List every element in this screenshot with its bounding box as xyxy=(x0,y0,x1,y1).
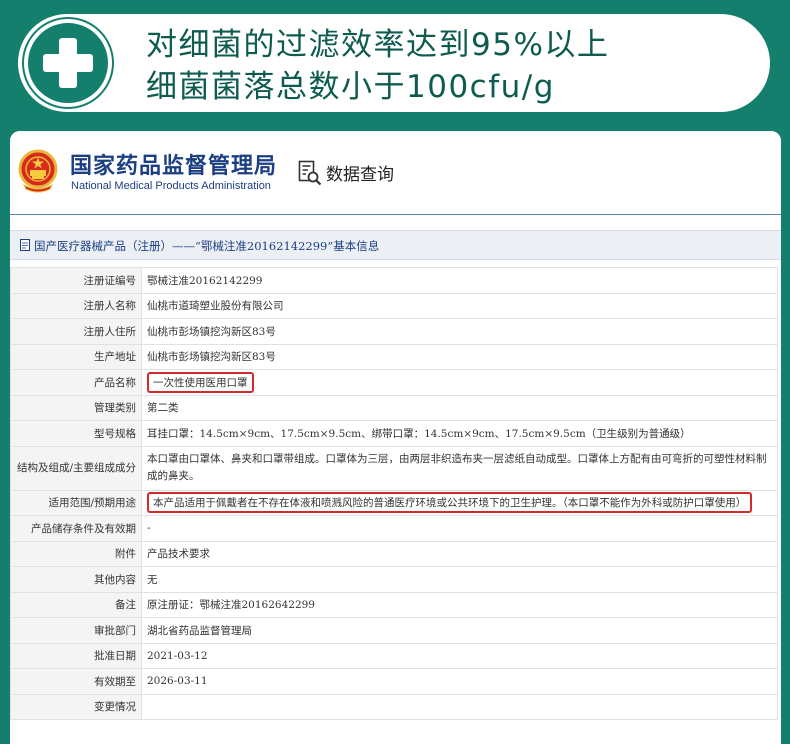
table-row: 适用范围/预期用途 本产品适用于佩戴者在不存在体液和喷溅风险的普通医疗环境或公共… xyxy=(10,489,778,516)
field-value: 本口罩由口罩体、鼻夹和口罩带组成。口罩体为三层，由两层非织造布夹一层滤纸自动成型… xyxy=(141,445,778,491)
table-row: 型号规格 耳挂口罩：14.5cm×9cm、17.5cm×9.5cm、绑带口罩：1… xyxy=(10,420,778,447)
field-label: 有效期至 xyxy=(10,668,142,695)
field-value: 一次性使用医用口罩 xyxy=(141,369,778,396)
field-label: 注册人住所 xyxy=(10,318,142,345)
headline-line-1: 对细菌的过滤效率达到95%以上 xyxy=(146,27,610,63)
field-value: 第二类 xyxy=(141,394,778,421)
table-row: 注册证编号 鄂械注准20162142299 xyxy=(10,267,778,294)
field-value: 2021-03-12 xyxy=(141,642,778,669)
field-value: - xyxy=(141,515,778,542)
field-value: 原注册证：鄂械注准20162642299 xyxy=(141,591,778,618)
record-title-bar: 国产医疗器械产品（注册）——“鄂械注准20162142299”基本信息 xyxy=(10,230,781,260)
registration-info-table: 注册证编号 鄂械注准20162142299 注册人名称 仙桃市道琦塑业股份有限公… xyxy=(10,267,778,720)
field-label: 生产地址 xyxy=(10,343,142,370)
org-name-en: National Medical Products Administration xyxy=(71,180,271,192)
table-row: 注册人住所 仙桃市彭场镇挖沟新区83号 xyxy=(10,318,778,345)
field-label: 其他内容 xyxy=(10,566,142,593)
field-label: 附件 xyxy=(10,540,142,567)
highlighted-intended-use: 本产品适用于佩戴者在不存在体液和喷溅风险的普通医疗环境或公共环境下的卫生护理。（… xyxy=(147,492,753,514)
table-row: 产品储存条件及有效期 - xyxy=(10,515,778,542)
field-label: 适用范围/预期用途 xyxy=(10,489,142,516)
field-label: 管理类别 xyxy=(10,394,142,421)
table-row: 其他内容 无 xyxy=(10,566,778,593)
field-label: 产品名称 xyxy=(10,369,142,396)
record-page: 国家药品监督管理局 National Medical Products Admi… xyxy=(10,131,781,744)
field-label: 注册人名称 xyxy=(10,292,142,319)
field-value: 无 xyxy=(141,566,778,593)
field-value: 产品技术要求 xyxy=(141,540,778,567)
field-label: 审批部门 xyxy=(10,617,142,644)
field-label: 型号规格 xyxy=(10,420,142,447)
table-row: 结构及组成/主要组成成分 本口罩由口罩体、鼻夹和口罩带组成。口罩体为三层，由两层… xyxy=(10,445,778,491)
table-row: 产品名称 一次性使用医用口罩 xyxy=(10,369,778,396)
headline-line-2: 细菌菌落总数小于100cfu/g xyxy=(146,69,555,105)
org-name-cn: 国家药品监督管理局 xyxy=(70,154,278,179)
data-query-icon[interactable] xyxy=(298,160,322,186)
table-row: 生产地址 仙桃市彭场镇挖沟新区83号 xyxy=(10,343,778,370)
field-label: 批准日期 xyxy=(10,642,142,669)
headline-banner: 对细菌的过滤效率达到95%以上 细菌菌落总数小于100cfu/g xyxy=(18,14,770,112)
record-title: 国产医疗器械产品（注册）——“鄂械注准20162142299”基本信息 xyxy=(34,239,380,253)
table-row: 备注 原注册证：鄂械注准20162642299 xyxy=(10,591,778,618)
data-query-link[interactable]: 数据查询 xyxy=(326,160,394,185)
table-row: 有效期至 2026-03-11 xyxy=(10,668,778,695)
field-value: 仙桃市彭场镇挖沟新区83号 xyxy=(141,343,778,370)
table-row: 管理类别 第二类 xyxy=(10,394,778,421)
document-icon xyxy=(20,239,30,251)
highlighted-product-name: 一次性使用医用口罩 xyxy=(147,371,254,393)
table-row: 注册人名称 仙桃市道琦塑业股份有限公司 xyxy=(10,292,778,319)
field-value: 鄂械注准20162142299 xyxy=(141,267,778,294)
field-value: 本产品适用于佩戴者在不存在体液和喷溅风险的普通医疗环境或公共环境下的卫生护理。（… xyxy=(141,489,778,516)
site-header: 国家药品监督管理局 National Medical Products Admi… xyxy=(10,131,781,215)
field-label: 备注 xyxy=(10,591,142,618)
field-label: 变更情况 xyxy=(10,693,142,720)
field-value: 仙桃市道琦塑业股份有限公司 xyxy=(141,292,778,319)
table-row: 变更情况 xyxy=(10,693,778,720)
field-value: 2026-03-11 xyxy=(141,668,778,695)
national-emblem-icon xyxy=(18,149,58,193)
field-label: 结构及组成/主要组成成分 xyxy=(10,445,142,491)
field-value: 湖北省药品监督管理局 xyxy=(141,617,778,644)
table-row: 审批部门 湖北省药品监督管理局 xyxy=(10,617,778,644)
table-row: 批准日期 2021-03-12 xyxy=(10,642,778,669)
medical-cross-icon xyxy=(24,19,112,107)
field-label: 注册证编号 xyxy=(10,267,142,294)
table-row: 附件 产品技术要求 xyxy=(10,540,778,567)
headline-text: 对细菌的过滤效率达到95%以上 细菌菌落总数小于100cfu/g xyxy=(146,24,609,108)
field-value: 耳挂口罩：14.5cm×9cm、17.5cm×9.5cm、绑带口罩：14.5cm… xyxy=(141,420,778,447)
field-label: 产品储存条件及有效期 xyxy=(10,515,142,542)
field-value: 仙桃市彭场镇挖沟新区83号 xyxy=(141,318,778,345)
field-value xyxy=(141,693,778,720)
